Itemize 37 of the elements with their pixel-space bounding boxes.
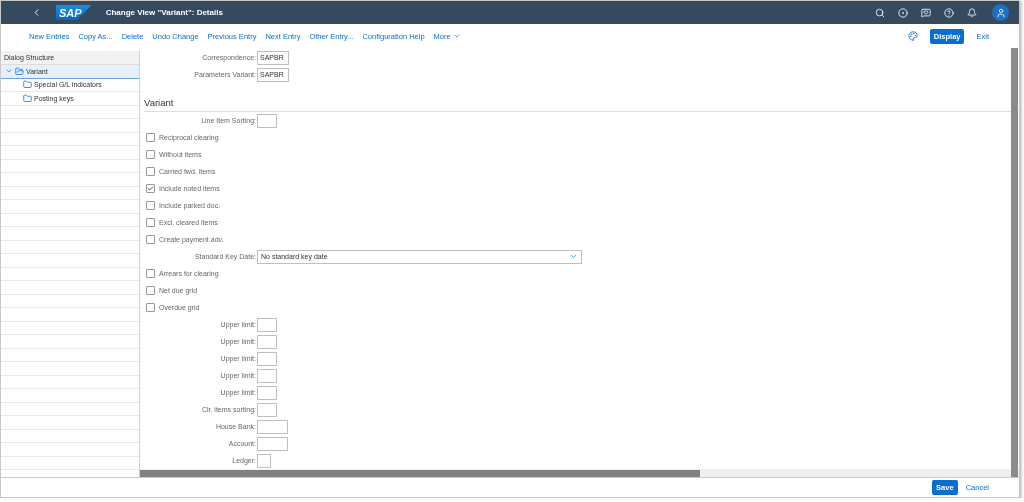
avatar-button[interactable] bbox=[992, 4, 1009, 21]
input-field[interactable] bbox=[257, 436, 288, 451]
logo: SAP bbox=[56, 5, 92, 20]
palette-icon[interactable] bbox=[907, 31, 918, 41]
search-icon[interactable] bbox=[875, 7, 885, 18]
horizontal-scrollbar[interactable] bbox=[140, 469, 1019, 477]
checkbox[interactable] bbox=[146, 133, 155, 142]
chevron-down-icon bbox=[452, 32, 461, 40]
help-icon[interactable] bbox=[944, 7, 954, 18]
input-field[interactable] bbox=[257, 113, 277, 128]
folder-icon bbox=[23, 80, 32, 90]
window-title: Change View "Variant": Details bbox=[105, 8, 223, 17]
input-field[interactable] bbox=[257, 402, 277, 417]
checkbox[interactable] bbox=[146, 201, 155, 210]
folder-icon bbox=[23, 93, 32, 103]
checkbox[interactable] bbox=[146, 167, 155, 176]
checkbox[interactable] bbox=[146, 218, 155, 227]
folder-icon bbox=[15, 66, 24, 76]
checkbox[interactable] bbox=[146, 286, 155, 295]
input-field[interactable] bbox=[257, 317, 277, 332]
checkbox[interactable] bbox=[146, 235, 155, 244]
input-field[interactable] bbox=[257, 368, 277, 383]
dropdown-icon bbox=[569, 252, 578, 261]
input-field[interactable] bbox=[257, 385, 277, 400]
checkbox[interactable] bbox=[146, 269, 155, 278]
input-field[interactable] bbox=[257, 419, 288, 434]
input-field[interactable] bbox=[257, 453, 271, 468]
chat-icon[interactable] bbox=[921, 7, 931, 18]
input-field[interactable] bbox=[257, 334, 277, 349]
checkbox[interactable] bbox=[146, 150, 155, 159]
input-field[interactable] bbox=[257, 351, 277, 366]
checkbox[interactable] bbox=[146, 184, 155, 193]
checkbox[interactable] bbox=[146, 303, 155, 312]
circle-icon[interactable] bbox=[898, 7, 908, 18]
vertical-scrollbar[interactable] bbox=[1011, 48, 1018, 477]
user-icon bbox=[995, 7, 1006, 18]
bell-icon[interactable] bbox=[967, 7, 977, 18]
